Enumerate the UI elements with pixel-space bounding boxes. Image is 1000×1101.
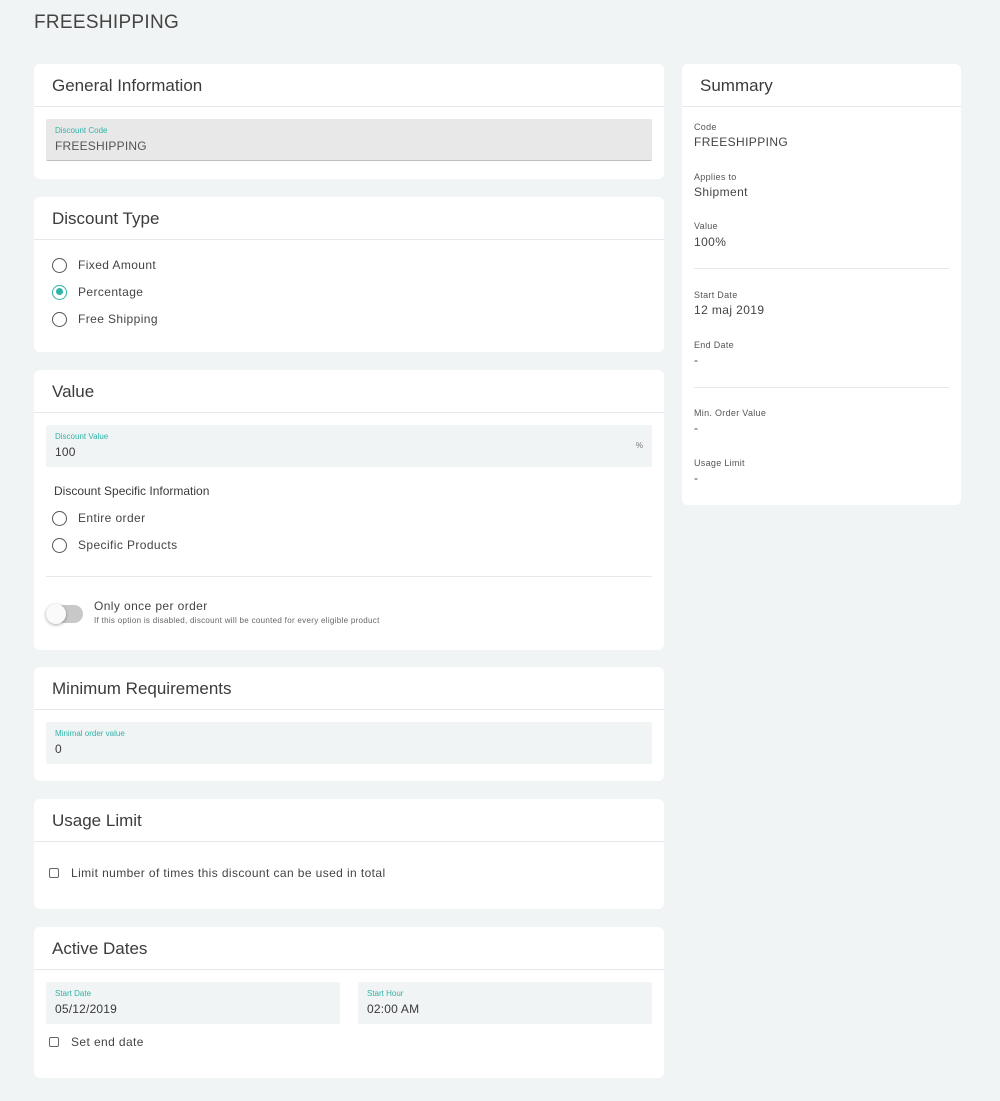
radio-label: Specific Products [78,538,178,552]
summary-divider [694,268,949,269]
start-date-input[interactable]: 05/12/2019 [55,1002,117,1016]
minimum-requirements-title: Minimum Requirements [34,667,664,710]
minimal-order-value-label: Minimal order value [55,729,125,738]
radio-label: Entire order [78,511,146,525]
radio-label: Free Shipping [78,312,158,326]
summary-value-label: Value [694,221,718,231]
divider [46,576,652,577]
discount-value-input[interactable]: 100 [55,445,76,459]
summary-code-value: FREESHIPPING [694,135,789,149]
radio-specific-products[interactable]: Specific Products [52,536,178,554]
start-hour-field[interactable]: Start Hour 02:00 AM [358,982,652,1024]
discount-specific-heading: Discount Specific Information [54,484,210,498]
set-end-date-checkbox[interactable] [49,1037,59,1047]
discount-value-label: Discount Value [55,432,109,441]
usage-limit-checkbox-label: Limit number of times this discount can … [71,866,386,880]
summary-applies-value: Shipment [694,185,748,199]
only-once-hint: If this option is disabled, discount wil… [94,616,380,625]
active-dates-card: Active Dates Start Date 05/12/2019 Start… [34,927,664,1078]
summary-start-date-label: Start Date [694,290,738,300]
summary-min-order-value: - [694,421,699,435]
radio-button[interactable] [52,311,67,327]
radio-entire-order[interactable]: Entire order [52,509,146,527]
discount-type-card: Discount Type Fixed Amount Percentage Fr… [34,197,664,352]
discount-code-field[interactable]: Discount Code FREESHIPPING [46,119,652,161]
discount-code-value: FREESHIPPING [55,139,147,153]
minimal-order-value-input[interactable]: 0 [55,742,62,756]
radio-label: Percentage [78,285,144,299]
summary-value-value: 100% [694,235,727,249]
radio-button[interactable] [52,510,67,526]
general-information-card: General Information Discount Code FREESH… [34,64,664,179]
set-end-date-checkbox-row[interactable]: Set end date [49,1034,144,1050]
value-title: Value [34,370,664,413]
page-title: FREESHIPPING [34,12,180,33]
only-once-label: Only once per order [94,599,208,613]
start-date-label: Start Date [55,989,92,998]
radio-fixed-amount[interactable]: Fixed Amount [52,256,156,274]
minimum-requirements-card: Minimum Requirements Minimal order value… [34,667,664,781]
summary-usage-limit-value: - [694,471,699,485]
minimal-order-value-field[interactable]: Minimal order value 0 [46,722,652,764]
start-date-field[interactable]: Start Date 05/12/2019 [46,982,340,1024]
radio-free-shipping[interactable]: Free Shipping [52,310,158,328]
radio-percentage[interactable]: Percentage [52,283,143,301]
summary-usage-limit-label: Usage Limit [694,458,745,468]
value-card: Value Discount Value 100 % Discount Spec… [34,370,664,650]
percent-suffix: % [635,441,643,450]
usage-limit-checkbox-row[interactable]: Limit number of times this discount can … [49,865,386,881]
summary-end-date-value: - [694,353,699,367]
only-once-toggle[interactable] [46,604,83,624]
start-hour-input[interactable]: 02:00 AM [367,1002,419,1016]
summary-card: Summary Code FREESHIPPING Applies to Shi… [682,64,961,505]
usage-limit-checkbox[interactable] [49,868,59,878]
active-dates-title: Active Dates [34,927,664,970]
usage-limit-card: Usage Limit Limit number of times this d… [34,799,664,909]
discount-type-title: Discount Type [34,197,664,240]
summary-start-date-value: 12 maj 2019 [694,303,765,317]
radio-button[interactable] [52,537,67,553]
radio-button[interactable] [52,257,67,273]
summary-code-label: Code [694,122,717,132]
general-information-title: General Information [34,64,664,107]
discount-code-label: Discount Code [55,126,108,135]
discount-value-field[interactable]: Discount Value 100 % [46,425,652,467]
summary-min-order-label: Min. Order Value [694,408,767,418]
radio-label: Fixed Amount [78,258,157,272]
radio-button-checked[interactable] [52,284,67,300]
start-hour-label: Start Hour [367,989,404,998]
summary-end-date-label: End Date [694,340,734,350]
summary-title: Summary [682,64,961,107]
set-end-date-label: Set end date [71,1035,144,1049]
summary-divider [694,387,949,388]
summary-applies-label: Applies to [694,172,737,182]
usage-limit-title: Usage Limit [34,799,664,842]
